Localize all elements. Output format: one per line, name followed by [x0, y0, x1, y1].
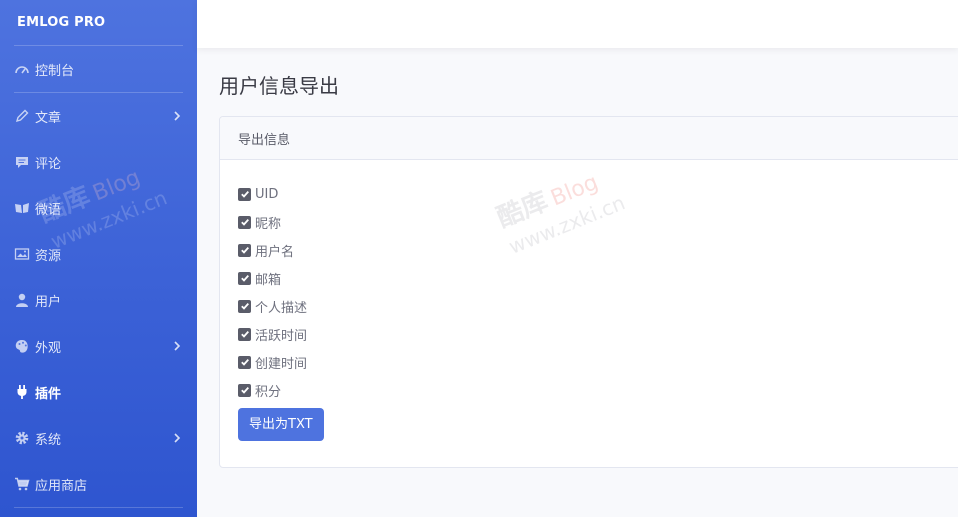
dashboard-icon	[14, 61, 30, 77]
sidebar-item-label: 插件	[35, 386, 62, 402]
checkbox-checked-icon[interactable]	[238, 187, 251, 201]
field-option-label: 活跃时间	[255, 328, 308, 344]
sidebar-item-plugins[interactable]: 插件	[0, 369, 197, 415]
page-title: 用户信息导出	[219, 74, 339, 98]
checkbox-checked-icon[interactable]	[238, 243, 251, 257]
sidebar-item-appearance[interactable]: 外观	[0, 323, 197, 369]
field-option[interactable]: 创建时间	[238, 348, 958, 376]
chevron-right-icon	[173, 111, 181, 121]
book-icon	[14, 200, 30, 216]
export-card: 导出信息 UID 昵称用户名邮箱个人描述活跃时间创建时间积分 导出为TXT	[219, 116, 958, 468]
user-icon	[14, 292, 30, 308]
card-body: UID 昵称用户名邮箱个人描述活跃时间创建时间积分 导出为TXT	[220, 160, 958, 461]
chevron-right-icon	[173, 341, 181, 351]
sidebar-item-resources[interactable]: 资源	[0, 231, 197, 277]
checkbox-checked-icon[interactable]	[238, 355, 251, 369]
sidebar-item-label: 外观	[35, 340, 62, 356]
comment-icon	[14, 154, 30, 170]
checkbox-checked-icon[interactable]	[238, 215, 251, 229]
field-option[interactable]: 积分	[238, 376, 958, 404]
sidebar-item-comments[interactable]: 评论	[0, 139, 197, 185]
checkbox-checked-icon[interactable]	[238, 383, 251, 397]
checkbox-checked-icon[interactable]	[238, 271, 251, 285]
sidebar-item-articles[interactable]: 文章	[0, 93, 197, 139]
sidebar-item-label: 用户	[35, 294, 62, 310]
gear-icon	[14, 430, 30, 446]
image-icon	[14, 246, 30, 262]
checkbox-checked-icon[interactable]	[238, 299, 251, 313]
pencil-icon	[14, 108, 30, 124]
palette-icon	[14, 338, 30, 354]
field-option[interactable]: 活跃时间	[238, 320, 958, 348]
sidebar-item-app-store[interactable]: 应用商店	[0, 461, 197, 507]
chevron-right-icon	[173, 433, 181, 443]
field-option[interactable]: 用户名	[238, 236, 958, 264]
sidebar-item-label: 微语	[35, 202, 62, 218]
sidebar-item-label: 控制台	[35, 63, 75, 79]
sidebar-item-label: 文章	[35, 110, 62, 126]
field-option-label: UID	[255, 186, 279, 202]
sidebar-item-label: 应用商店	[35, 478, 88, 494]
field-option-label: 昵称	[255, 216, 282, 232]
sidebar-item-users[interactable]: 用户	[0, 277, 197, 323]
sidebar-divider	[14, 507, 183, 508]
export-txt-button[interactable]: 导出为TXT	[238, 408, 324, 441]
field-option-label: 个人描述	[255, 300, 308, 316]
field-option[interactable]: UID	[238, 180, 958, 208]
plug-icon	[14, 384, 30, 400]
field-option[interactable]: 昵称	[238, 208, 958, 236]
field-option-label: 创建时间	[255, 356, 308, 372]
field-option-label: 用户名	[255, 244, 295, 260]
field-option[interactable]: 个人描述	[238, 292, 958, 320]
field-checklist: UID 昵称用户名邮箱个人描述活跃时间创建时间积分	[238, 180, 958, 404]
topbar	[197, 0, 958, 48]
checkbox-checked-icon[interactable]	[238, 327, 251, 341]
sidebar: EMLOG PRO 控制台 文章 评论 微语 资源 用户 外观 插件 系统 应用…	[0, 0, 197, 517]
brand-logo[interactable]: EMLOG PRO	[0, 0, 197, 45]
field-option-label: 邮箱	[255, 272, 282, 288]
card-header: 导出信息	[220, 117, 958, 160]
sidebar-item-system[interactable]: 系统	[0, 415, 197, 461]
field-option[interactable]: 邮箱	[238, 264, 958, 292]
sidebar-item-microposts[interactable]: 微语	[0, 185, 197, 231]
sidebar-item-label: 评论	[35, 156, 62, 172]
cart-icon	[14, 476, 30, 492]
sidebar-item-dashboard[interactable]: 控制台	[0, 46, 197, 92]
app-root: EMLOG PRO 控制台 文章 评论 微语 资源 用户 外观 插件 系统 应用…	[0, 0, 958, 517]
field-option-label: 积分	[255, 384, 282, 400]
sidebar-item-label: 系统	[35, 432, 62, 448]
sidebar-item-label: 资源	[35, 248, 62, 264]
